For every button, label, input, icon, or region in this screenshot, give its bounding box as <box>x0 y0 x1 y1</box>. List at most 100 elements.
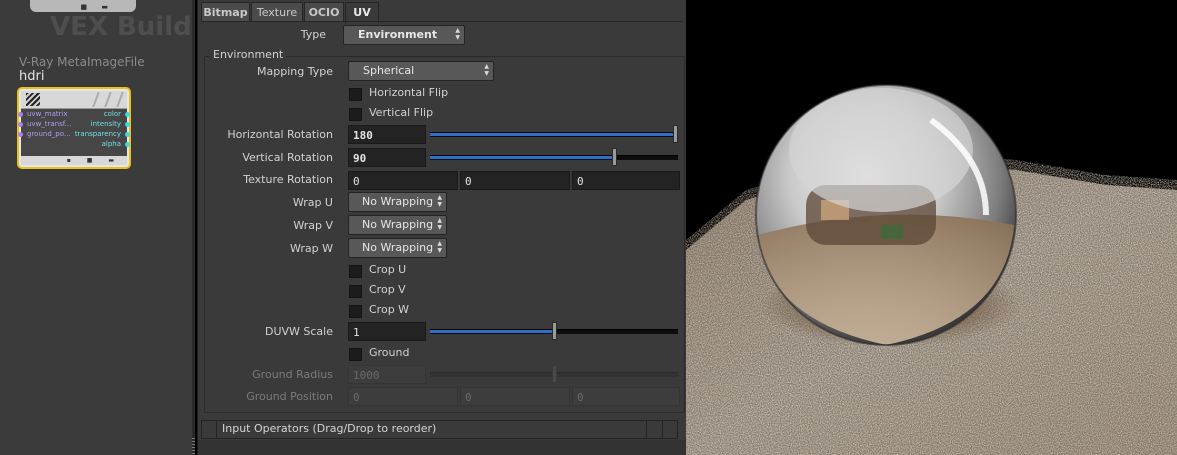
render-image <box>686 84 1177 455</box>
node-flag-icons: ■ ▬ <box>80 3 114 11</box>
node-footer-icons: ▪ ■ ▬ <box>66 157 121 164</box>
ground-position-x-field: 0 <box>348 387 458 406</box>
wrap-u-value: No Wrapping <box>362 195 434 208</box>
slider-handle[interactable] <box>552 322 557 340</box>
node-header[interactable] <box>21 91 127 109</box>
tab-uv[interactable]: UV <box>345 2 379 23</box>
environment-group-title: Environment <box>210 48 287 61</box>
horizontal-rotation-field[interactable]: 180 <box>348 125 426 144</box>
input-operators-remove-button[interactable] <box>662 421 677 438</box>
network-editor[interactable]: ■ ▬ VEX Builder V-Ray MetaImageFile hdri… <box>0 0 194 455</box>
input-port-dot[interactable] <box>18 132 23 137</box>
mapping-type-value: Spherical <box>363 64 415 77</box>
ground-radius-label: Ground Radius <box>252 368 333 381</box>
ground-position-y-field: 0 <box>460 387 570 406</box>
type-label: Type <box>300 28 326 41</box>
wrap-u-dropdown[interactable]: No Wrapping ▲ ▼ <box>348 192 447 212</box>
texture-thumbnail-icon <box>26 93 40 106</box>
horizontal-flip-label: Horizontal Flip <box>369 86 449 99</box>
wrap-w-label: Wrap W <box>289 242 333 255</box>
ground-label: Ground <box>369 346 410 359</box>
crop-u-label: Crop U <box>369 263 407 276</box>
parameter-pane-footer <box>198 440 687 455</box>
wrap-v-label: Wrap V <box>293 219 333 232</box>
vertical-flip-label: Vertical Flip <box>369 106 434 119</box>
duvw-scale-label: DUVW Scale <box>264 325 333 338</box>
input-operators-header[interactable]: Input Operators (Drag/Drop to reorder) <box>201 420 678 439</box>
output-port-dot[interactable] <box>125 132 130 137</box>
node-body: uvw_matrix uvw_transf... ground_po... co… <box>18 109 130 156</box>
input-port-label: uvw_transf... <box>27 120 72 128</box>
network-context-watermark: VEX Builder <box>50 12 194 42</box>
crop-w-label: Crop W <box>369 303 410 316</box>
parameter-pane: Bitmap Texture OCIO UV Type Environment … <box>197 0 687 455</box>
ground-checkbox[interactable] <box>349 348 362 361</box>
crop-v-checkbox[interactable] <box>349 285 362 298</box>
duvw-scale-field[interactable]: 1 <box>348 322 426 341</box>
input-operators-title: Input Operators (Drag/Drop to reorder) <box>222 422 437 435</box>
mapping-type-label: Mapping Type <box>257 65 333 78</box>
input-operators-toggle[interactable] <box>202 421 217 438</box>
ground-radius-field: 1000 <box>348 365 426 384</box>
horizontal-rotation-label: Horizontal Rotation <box>227 128 333 141</box>
node-name-label[interactable]: hdri <box>19 69 44 84</box>
node-flag-divider <box>104 92 112 107</box>
horizontal-rotation-slider[interactable] <box>430 125 678 143</box>
node-flag-divider <box>116 92 124 107</box>
slider-fill <box>430 133 673 136</box>
wrap-u-label: Wrap U <box>292 196 333 209</box>
sphere-painting-reflection <box>881 225 903 239</box>
crop-w-checkbox[interactable] <box>349 305 362 318</box>
vertical-rotation-slider[interactable] <box>430 148 678 166</box>
output-port-dot[interactable] <box>125 112 130 117</box>
updown-arrow-icon: ▲ ▼ <box>437 240 442 254</box>
input-port-dot[interactable] <box>18 122 23 127</box>
vertical-rotation-field[interactable]: 90 <box>348 148 426 167</box>
metaimagefile-node[interactable]: uvw_matrix uvw_transf... ground_po... co… <box>17 87 131 169</box>
vertical-flip-checkbox[interactable] <box>349 108 362 121</box>
render-view[interactable] <box>686 0 1177 455</box>
slider-handle[interactable] <box>612 148 617 166</box>
tab-bitmap[interactable]: Bitmap <box>201 2 250 22</box>
wrap-w-dropdown[interactable]: No Wrapping ▲ ▼ <box>348 238 447 258</box>
texture-rotation-y-field[interactable]: 0 <box>460 171 570 190</box>
input-port-label: uvw_matrix <box>27 110 68 118</box>
ground-position-z-field: 0 <box>572 387 680 406</box>
updown-arrow-icon: ▲ ▼ <box>437 217 442 231</box>
pane-divider[interactable] <box>192 0 195 455</box>
wrap-w-value: No Wrapping <box>362 241 434 254</box>
output-port-dot[interactable] <box>125 142 130 147</box>
input-operators-add-button[interactable] <box>646 421 661 438</box>
input-port-label: ground_po... <box>27 130 71 138</box>
wrap-v-dropdown[interactable]: No Wrapping ▲ ▼ <box>348 215 447 235</box>
duvw-scale-slider[interactable] <box>430 322 678 340</box>
output-port-dot[interactable] <box>125 122 130 127</box>
ground-position-label: Ground Position <box>246 390 333 403</box>
type-dropdown-value: Environment <box>358 28 438 41</box>
ground-radius-slider <box>430 365 678 383</box>
texture-rotation-z-field[interactable]: 0 <box>572 171 680 190</box>
sphere-ceiling-reflection <box>789 88 973 212</box>
node-footer[interactable]: ▪ ■ ▬ <box>21 156 127 165</box>
updown-arrow-icon: ▲ ▼ <box>437 194 442 208</box>
slider-handle[interactable] <box>673 125 678 143</box>
pane-divider-grip-icon[interactable] <box>192 438 195 455</box>
tab-texture[interactable]: Texture <box>251 2 303 22</box>
texture-rotation-x-field[interactable]: 0 <box>348 171 458 190</box>
tab-underline <box>201 21 683 22</box>
mapping-type-dropdown[interactable]: Spherical ▲ ▼ <box>348 61 494 81</box>
vertical-rotation-label: Vertical Rotation <box>242 151 333 164</box>
input-port-dot[interactable] <box>18 112 23 117</box>
slider-fill <box>430 156 612 159</box>
type-dropdown[interactable]: Environment ▲ ▼ <box>343 25 465 45</box>
output-port-label: transparency <box>74 130 121 138</box>
crop-u-checkbox[interactable] <box>349 265 362 278</box>
horizontal-flip-checkbox[interactable] <box>349 88 362 101</box>
texture-rotation-label: Texture Rotation <box>243 173 333 186</box>
slider-fill <box>430 330 552 333</box>
upstream-node[interactable]: ■ ▬ <box>30 0 136 12</box>
updown-arrow-icon: ▲ ▼ <box>484 63 489 77</box>
tab-ocio[interactable]: OCIO <box>304 2 344 22</box>
slider-handle <box>552 365 557 383</box>
output-port-label: alpha <box>101 140 121 148</box>
